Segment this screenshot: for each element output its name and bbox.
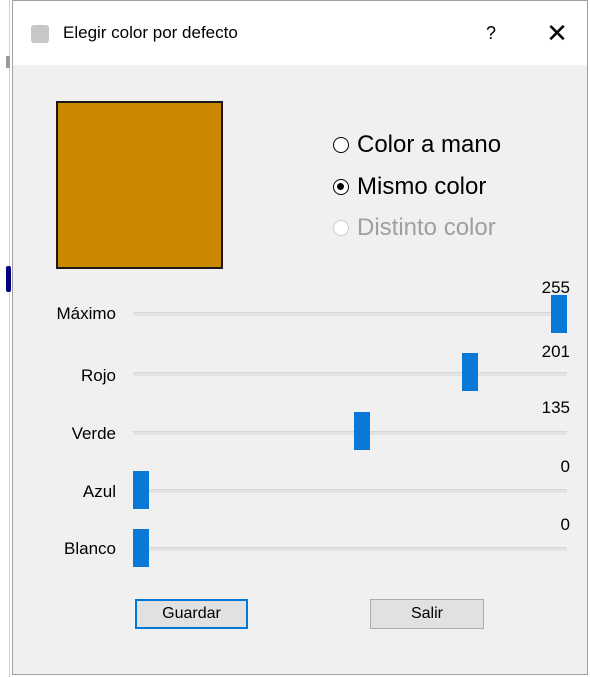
radio-color-a-mano[interactable]: Color a mano [333,129,501,161]
window-title: Elegir color por defecto [63,23,238,42]
radio-mismo-color[interactable]: Mismo color [333,171,486,203]
radio-button-icon[interactable] [333,137,349,153]
help-button[interactable]: ? [471,13,511,53]
slider-thumb-rojo[interactable] [462,353,479,391]
radio-label-mismo-color: Mismo color [357,173,487,200]
slider-thumb-maximo[interactable] [551,295,567,333]
radio-label-color-a-mano: Color a mano [357,131,502,158]
slider-label-azul: Azul [82,482,116,501]
radio-label-distinto-color: Distinto color [357,214,496,241]
background-window-border [9,0,10,677]
background-window-scroll-mark [6,266,11,292]
app-icon [31,25,49,43]
exit-button[interactable]: Salir [370,599,484,629]
slider-track-verde[interactable] [133,431,567,435]
slider-value-blanco: 0 [560,515,570,534]
slider-track-rojo[interactable] [133,372,567,376]
slider-label-rojo: Rojo [81,366,116,385]
save-button[interactable]: Guardar [135,599,248,629]
default-color-dialog: Elegir color por defecto ? ✕ Color a man… [12,0,588,675]
color-preview-swatch [56,101,223,269]
slider-track-maximo[interactable] [133,312,567,316]
slider-value-rojo: 201 [541,342,570,361]
radio-button-disabled-icon [333,220,349,236]
slider-label-blanco: Blanco [64,539,116,558]
slider-track-blanco[interactable] [133,547,567,551]
slider-value-azul: 0 [560,457,570,476]
background-window-mark [6,56,10,68]
slider-value-verde: 135 [541,398,570,417]
title-bar: Elegir color por defecto ? ✕ [13,1,587,65]
slider-thumb-blanco[interactable] [133,529,149,567]
slider-thumb-verde[interactable] [354,412,371,450]
slider-track-azul[interactable] [133,489,567,493]
radio-distinto-color: Distinto color [333,212,496,244]
slider-thumb-azul[interactable] [133,471,149,509]
slider-label-verde: Verde [71,424,116,443]
background-window-edge [0,0,12,677]
close-icon[interactable]: ✕ [537,13,577,53]
slider-label-maximo: Máximo [56,304,116,323]
radio-button-checked-icon[interactable] [333,179,349,195]
